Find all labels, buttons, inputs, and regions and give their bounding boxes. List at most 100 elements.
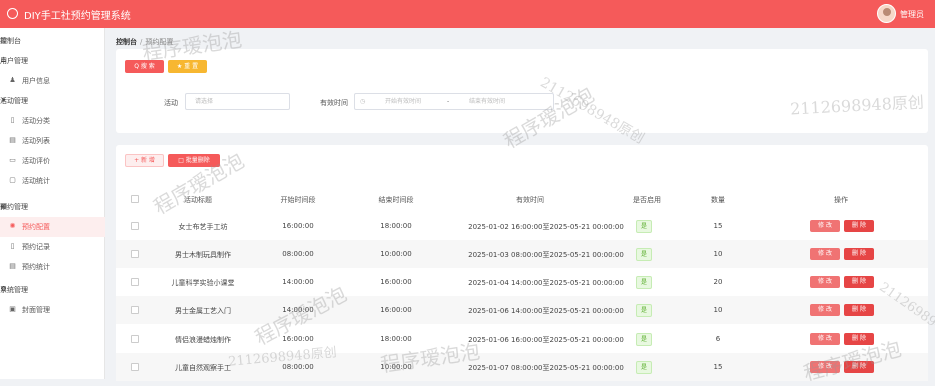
delete-button[interactable]: 删 除 [844,333,874,345]
cell-valid-time: 2025-01-04 14:00:00至2025-05-21 00:00:00 [468,279,624,287]
sidebar-item[interactable]: ▯ 活动分类 [0,111,105,131]
sidebar-item-label: 用户信息 [22,77,50,85]
batch-delete-button[interactable]: □ 批量删除 [168,154,220,167]
cell-start: 08:00:00 [282,363,314,371]
sun-icon: ✺ [9,222,16,230]
cell-quantity: 10 [713,306,723,314]
cell-title: 男士木制玩具制作 [175,251,231,259]
edit-button[interactable]: 修 改 [810,304,840,316]
row-checkbox[interactable] [131,278,139,286]
table-row: 儿童自然观察手工 08:00:00 10:00:00 2025-01-07 08:00… [116,353,928,381]
enabled-badge: 是 [636,248,652,261]
valid-time-range[interactable]: ◷ 开始有效时间 - 结束有效时间 [354,93,554,110]
sidebar-item-label: 活动管理 [0,97,28,105]
sidebar-item[interactable]: ✺ 预约配置 [0,217,105,237]
cell-quantity: 15 [713,363,723,371]
sidebar-item[interactable]: ♙ 用户管理 [0,51,105,71]
cell-title: 女士布艺手工坊 [178,223,228,231]
user-name[interactable]: 管理员 [900,9,924,20]
sidebar-item[interactable]: ▯ 预约记录 [0,237,105,257]
cell-start: 14:00:00 [282,278,314,286]
sidebar-item-label: 控制台 [0,37,21,45]
sidebar-item-label: 活动列表 [22,137,50,145]
cell-start: 08:00:00 [282,250,314,258]
activity-placeholder: 请选择 [195,98,214,105]
end-time-input[interactable]: 结束有效时间 [469,94,505,109]
cell-end: 18:00:00 [380,335,412,343]
list-icon: ▤ [9,136,16,144]
select-all-checkbox[interactable] [131,195,139,203]
row-checkbox[interactable] [131,250,139,258]
stats-icon: ▤ [9,262,16,270]
reset-button[interactable]: ★ 重 置 [168,60,207,73]
add-button[interactable]: + 新 增 [125,154,164,167]
sidebar-item[interactable]: ➤ 活动管理 [0,91,105,111]
search-card: Q 搜 索 ★ 重 置 活动 请选择 有效时间 ◷ 开始有效时间 - 结束有效时… [116,49,928,133]
sidebar-item[interactable]: ✿ 系统管理 [0,280,105,300]
image-icon: ▣ [9,305,16,313]
breadcrumb-current: 预约配置 [145,38,174,46]
delete-button[interactable]: 删 除 [844,248,874,260]
breadcrumb-home[interactable]: 控制台 [116,38,137,46]
sidebar-item[interactable]: ▢ 活动统计 [0,171,105,191]
sidebar-item-label: 活动评价 [22,157,50,165]
delete-button[interactable]: 删 除 [844,220,874,232]
clock-icon: ◷ [360,98,366,105]
sidebar-item-label: 预约记录 [22,243,50,251]
table-row: 情侣浪漫蜡烛制作 16:00:00 18:00:00 2025-01-06 16:00… [116,325,928,353]
sidebar-item-label: 封面管理 [22,306,50,314]
cell-quantity: 6 [715,335,721,343]
activity-select[interactable]: 请选择 [185,93,290,110]
column-header: 是否启用 [633,196,661,204]
cell-title: 男士金属工艺入门 [175,307,231,315]
delete-button[interactable]: 删 除 [844,276,874,288]
sidebar-item[interactable]: ▦ 预约管理 [0,197,105,217]
sidebar-item[interactable]: ♟ 用户信息 [0,71,105,91]
edit-button[interactable]: 修 改 [810,361,840,373]
enabled-badge: 是 [636,304,652,317]
sidebar: ▥ 控制台 ♙ 用户管理 ♟ 用户信息 ➤ 活动管理 ▯ 活动分类 ▤ 活动列表 ▭ 活动评价 ▢ 活动统计 ▦… [0,28,105,379]
cell-title: 儿童自然观察手工 [175,364,231,372]
top-bar: DIY手工社预约管理系统 管理员 [0,0,935,28]
enabled-badge: 是 [636,276,652,289]
delete-button[interactable]: 删 除 [844,361,874,373]
cell-end: 16:00:00 [380,306,412,314]
start-time-input[interactable]: 开始有效时间 [385,94,421,109]
sidebar-item[interactable]: ▤ 活动列表 [0,131,105,151]
row-checkbox[interactable] [131,363,139,371]
edit-button[interactable]: 修 改 [810,220,840,232]
cell-title: 情侣浪漫蜡烛制作 [175,336,231,344]
sidebar-item-label: 预约配置 [22,223,50,231]
search-button[interactable]: Q 搜 索 [125,60,164,73]
cell-valid-time: 2025-01-06 16:00:00至2025-05-21 00:00:00 [468,336,624,344]
sidebar-item[interactable]: ▥ 控制台 [0,31,105,51]
sidebar-item[interactable]: ▣ 封面管理 [0,300,105,320]
cell-valid-time: 2025-01-06 14:00:00至2025-05-21 00:00:00 [468,307,624,315]
enabled-badge: 是 [636,361,652,374]
sidebar-item[interactable]: ▭ 活动评价 [0,151,105,171]
cell-start: 16:00:00 [282,335,314,343]
avatar[interactable] [877,4,896,23]
delete-button[interactable]: 删 除 [844,304,874,316]
edit-button[interactable]: 修 改 [810,276,840,288]
cell-end: 10:00:00 [380,363,412,371]
cell-end: 18:00:00 [380,222,412,230]
column-header: 操作 [834,196,848,204]
cell-start: 16:00:00 [282,222,314,230]
cell-start: 14:00:00 [282,306,314,314]
table-row: 女士布艺手工坊 16:00:00 18:00:00 2025-01-02 16:00:… [116,212,928,240]
row-checkbox[interactable] [131,335,139,343]
sidebar-item-label: 用户管理 [0,57,28,65]
sidebar-item-label: 系统管理 [0,286,28,294]
edit-button[interactable]: 修 改 [810,248,840,260]
row-checkbox[interactable] [131,306,139,314]
sidebar-item[interactable]: ▤ 预约统计 [0,257,105,277]
edit-button[interactable]: 修 改 [810,333,840,345]
column-header: 有效时间 [516,196,544,204]
sidebar-item-label: 活动分类 [22,117,50,125]
cell-valid-time: 2025-01-07 08:00:00至2025-05-21 00:00:00 [468,364,624,372]
cell-end: 10:00:00 [380,250,412,258]
row-checkbox[interactable] [131,222,139,230]
table-row: 男士木制玩具制作 08:00:00 10:00:00 2025-01-03 08:00… [116,240,928,268]
breadcrumb-separator: / [140,38,143,46]
